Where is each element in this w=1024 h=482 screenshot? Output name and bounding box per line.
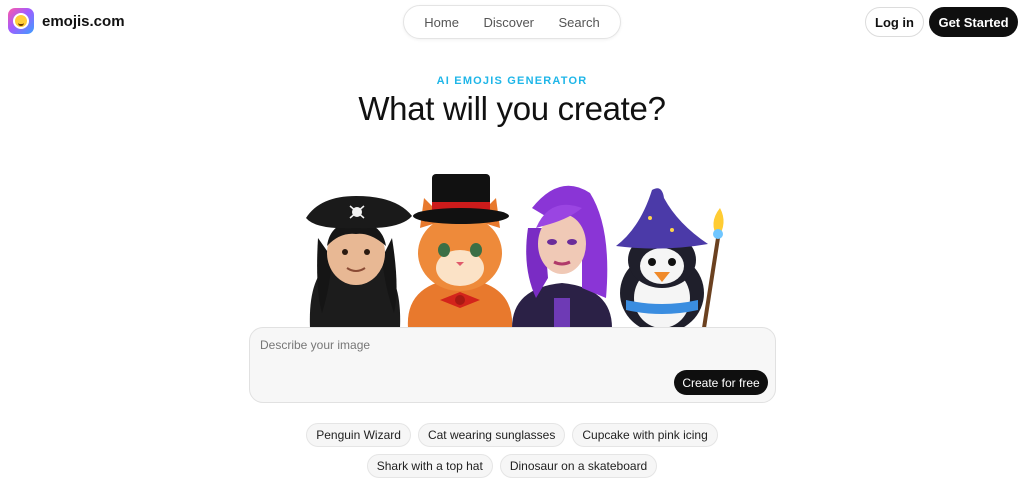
suggestion-row-1: Penguin Wizard Cat wearing sunglasses Cu… [0, 423, 1024, 447]
login-button[interactable]: Log in [865, 7, 924, 37]
logo-text: emojis.com [42, 12, 125, 30]
logo-link[interactable]: emojis.com [8, 8, 125, 34]
suggestion-row-2: Shark with a top hat Dinosaur on a skate… [0, 454, 1024, 478]
hero-eyebrow: AI EMOJIS GENERATOR [436, 75, 588, 87]
prompt-box: Create for free [249, 327, 776, 403]
nav-discover[interactable]: Discover [483, 15, 534, 30]
cat-top-hat-character [407, 174, 513, 328]
nav-search[interactable]: Search [559, 15, 600, 30]
emoji-logo-icon [8, 8, 34, 34]
suggestion-chip[interactable]: Cupcake with pink icing [572, 423, 718, 447]
create-for-free-button[interactable]: Create for free [674, 370, 768, 395]
suggestion-chip[interactable]: Shark with a top hat [366, 454, 493, 478]
penguin-wizard-character [616, 188, 724, 328]
nav-home[interactable]: Home [424, 15, 459, 30]
hero-headline: What will you create? [358, 90, 666, 127]
suggestion-chip[interactable]: Dinosaur on a skateboard [499, 454, 658, 478]
get-started-button[interactable]: Get Started [929, 7, 1018, 37]
prompt-input[interactable] [260, 338, 670, 378]
purple-hair-woman-character [512, 185, 612, 328]
character-illustrations [306, 174, 724, 328]
main-nav: Home Discover Search [403, 5, 621, 39]
suggestion-chip[interactable]: Cat wearing sunglasses [417, 423, 566, 447]
suggestion-chip[interactable]: Penguin Wizard [306, 423, 411, 447]
pirate-character [306, 196, 412, 328]
